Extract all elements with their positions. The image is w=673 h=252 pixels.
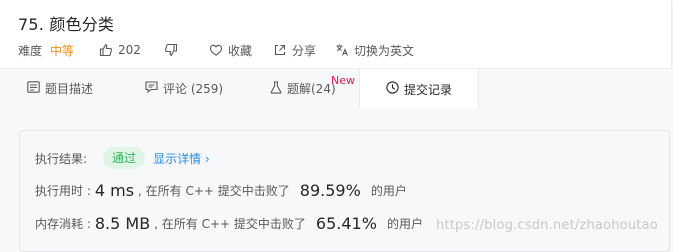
runtime-suffix: 的用户 <box>370 183 407 198</box>
language-switch-button[interactable]: 切换为英文 <box>335 42 414 59</box>
tab-comments-label: 评论 (259) <box>163 82 224 96</box>
share-label: 分享 <box>291 43 316 58</box>
memory-percentile: 65.41% <box>315 213 377 233</box>
submission-result-panel: 执行结果: 通过 显示详情 › 执行用时 : 4 ms , 在所有 C++ 提交… <box>19 130 670 252</box>
comment-icon <box>145 81 158 96</box>
show-details-label: 显示详情 <box>153 151 202 166</box>
favorite-button[interactable]: 收藏 <box>209 42 252 59</box>
doc-icon <box>27 81 40 96</box>
problem-header: 75. 颜色分类 难度 中等 202 收藏 分享 切换为英文 <box>0 0 672 68</box>
difficulty-label: 难度 <box>18 43 43 58</box>
tab-solutions-label: 题解(24) <box>287 82 336 96</box>
status-badge: 通过 <box>103 147 146 169</box>
status-label: 执行结果: <box>35 151 88 166</box>
memory-row: 内存消耗 : 8.5 MB , 在所有 C++ 提交中击败了 65.41% 的用… <box>35 211 423 235</box>
runtime-label: 执行用时 : <box>35 183 91 198</box>
tab-submissions[interactable]: 提交记录 <box>359 69 479 109</box>
dislike-button[interactable] <box>164 43 178 57</box>
runtime-percentile: 89.59% <box>299 180 361 200</box>
memory-label: 内存消耗 : <box>35 216 91 231</box>
like-count: 202 <box>118 43 141 57</box>
result-status-row: 执行结果: 通过 显示详情 › <box>35 147 210 169</box>
tab-comments[interactable]: 评论 (259) <box>145 69 223 108</box>
runtime-value: 4 ms <box>94 180 135 200</box>
show-details-link[interactable]: 显示详情 › <box>153 150 210 167</box>
favorite-label: 收藏 <box>227 43 252 58</box>
runtime-comparison-text: , 在所有 C++ 提交中击败了 <box>138 183 290 198</box>
memory-suffix: 的用户 <box>386 216 423 231</box>
tab-description-label: 题目描述 <box>45 82 94 96</box>
chevron-right-icon: › <box>204 151 210 166</box>
translate-icon <box>335 43 349 57</box>
like-button[interactable]: 202 <box>99 43 141 57</box>
runtime-row: 执行用时 : 4 ms , 在所有 C++ 提交中击败了 89.59% 的用户 <box>35 178 407 202</box>
problem-title: 75. 颜色分类 <box>18 15 115 34</box>
thumbs-up-icon <box>99 43 113 57</box>
memory-comparison-text: , 在所有 C++ 提交中击败了 <box>154 216 306 231</box>
problem-meta-bar: 难度 中等 202 收藏 分享 切换为英文 <box>18 41 414 59</box>
new-badge: New <box>331 74 355 87</box>
flask-icon <box>270 80 282 97</box>
thumbs-down-icon <box>164 43 178 57</box>
clock-icon <box>386 81 399 97</box>
memory-value: 8.5 MB <box>94 213 151 233</box>
watermark: https://blog.csdn.net/zhaohoutao <box>436 218 658 233</box>
difficulty-value: 中等 <box>50 43 75 58</box>
tab-submissions-label: 提交记录 <box>403 82 452 97</box>
tab-solutions[interactable]: 题解(24) <box>270 69 336 108</box>
share-button[interactable]: 分享 <box>273 42 316 59</box>
share-icon <box>273 43 287 57</box>
heart-icon <box>209 43 223 57</box>
tab-description[interactable]: 题目描述 <box>27 69 93 108</box>
language-switch-label: 切换为英文 <box>353 43 414 58</box>
